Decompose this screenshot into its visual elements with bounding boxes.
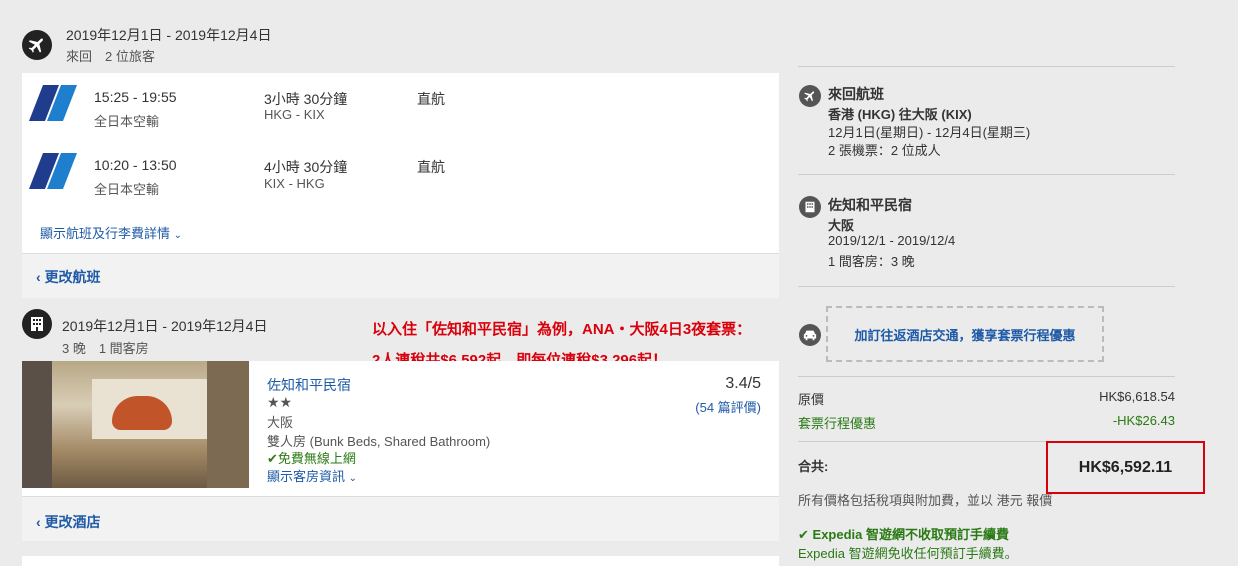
- total-value: HK$6,592.11: [1078, 458, 1173, 476]
- divider: [798, 174, 1175, 175]
- flight-details-link[interactable]: 顯示航班及行李費詳情 ⌄: [40, 223, 182, 242]
- room-info-link[interactable]: 顯示客房資訊 ⌄: [267, 466, 357, 485]
- leg-route: KIX - HKG: [264, 176, 325, 191]
- total-label: 合共:: [798, 459, 829, 474]
- summary-hotel-dates: 2019/12/1 - 2019/12/4: [828, 233, 956, 248]
- leg-time: 15:25 - 19:55: [94, 89, 177, 105]
- summary-hotel-city: 大阪: [828, 218, 855, 233]
- hotel-icon: [799, 196, 821, 218]
- leg-duration: 4小時 30分鐘: [264, 159, 348, 175]
- original-price-value: HK$6,618.54: [1099, 389, 1175, 404]
- car-icon: [799, 324, 821, 346]
- fee-note: Expedia 智遊網免收任何預訂手續費。: [798, 546, 1018, 561]
- hotel-reviews-link[interactable]: (54 篇評價): [695, 397, 761, 416]
- total-highlight-box: HK$6,592.11: [1046, 441, 1205, 494]
- chevron-down-icon: ⌄: [173, 230, 183, 241]
- flight-subtitle: 來回 2 位旅客: [66, 49, 155, 64]
- hotel-icon: [22, 309, 52, 339]
- leg-stops: 直航: [417, 159, 445, 175]
- hotel-card: 佐知和平民宿 ★★ 大阪 雙人房 (Bunk Beds, Shared Bath…: [22, 361, 779, 496]
- leg-airline: 全日本空輸: [94, 114, 160, 129]
- divider: [798, 286, 1175, 287]
- change-flight-bar: ‹ 更改航班: [22, 253, 779, 298]
- leg-airline: 全日本空輸: [94, 182, 160, 197]
- hotel-name-link[interactable]: 佐知和平民宿: [267, 375, 351, 395]
- flight-card: 15:25 - 19:55 全日本空輸 3小時 30分鐘 HKG - KIX 直…: [22, 73, 779, 253]
- hotel-dates: 2019年12月1日 - 2019年12月4日: [62, 318, 268, 334]
- transfer-offer-box[interactable]: 加訂往返酒店交通，獲享套票行程優惠: [826, 306, 1104, 362]
- original-price-label: 原價: [798, 392, 825, 407]
- airline-logo: [29, 85, 77, 121]
- chevron-left-icon: ‹: [36, 269, 41, 285]
- summary-hotel-rooms: 1 間客房：3 晚: [828, 254, 915, 269]
- checkmark-icon: ✔: [267, 451, 278, 466]
- summary-flight-route: 香港 (HKG) 往大阪 (KIX): [828, 107, 972, 122]
- chevron-down-icon: ⌄: [348, 473, 358, 484]
- checkmark-icon: ✔: [798, 527, 809, 542]
- summary-flight-title: 來回航班: [828, 86, 884, 102]
- package-discount-value: -HK$26.43: [1112, 413, 1175, 428]
- summary-flight-tickets: 2 張機票：2 位成人: [828, 143, 941, 158]
- hotel-subtitle: 3 晚 1 間客房: [62, 341, 149, 356]
- plane-icon: [799, 85, 821, 107]
- leg-stops: 直航: [417, 91, 445, 107]
- change-hotel-link[interactable]: ‹ 更改酒店: [36, 512, 101, 532]
- leg-duration: 3小時 30分鐘: [264, 91, 348, 107]
- change-flight-link[interactable]: ‹ 更改航班: [36, 267, 101, 287]
- flight-dates: 2019年12月1日 - 2019年12月4日: [66, 27, 272, 43]
- airline-logo: [29, 153, 77, 189]
- hotel-location: 大阪: [267, 415, 294, 430]
- fee-title: ✔ Expedia 智遊網不收取預訂手續費: [798, 527, 1009, 542]
- divider: [798, 376, 1175, 377]
- transfer-offer-link[interactable]: 加訂往返酒店交通，獲享套票行程優惠: [854, 325, 1075, 344]
- chevron-left-icon: ‹: [36, 514, 41, 530]
- summary-hotel-title: 佐知和平民宿: [828, 197, 912, 213]
- package-discount-label: 套票行程優惠: [798, 416, 877, 431]
- hotel-photo[interactable]: [22, 361, 249, 488]
- next-card: [22, 556, 779, 566]
- change-hotel-bar: ‹ 更改酒店: [22, 496, 779, 541]
- leg-route: HKG - KIX: [264, 107, 325, 122]
- leg-time: 10:20 - 13:50: [94, 157, 177, 173]
- wifi-amenity: ✔免費無線上網: [267, 451, 356, 466]
- plane-icon: [22, 30, 52, 60]
- hotel-rating: 3.4/5: [725, 375, 761, 392]
- tax-note: 所有價格包括稅項與附加費，並以 港元 報價: [798, 493, 1053, 508]
- summary-flight-dates: 12月1日(星期日) - 12月4日(星期三): [828, 125, 1031, 140]
- hotel-stars: ★★: [267, 394, 293, 410]
- divider: [798, 66, 1175, 67]
- promo-line-1: 以入住「佐知和平民宿」為例，ANA・大阪4日3夜套票：: [372, 321, 752, 338]
